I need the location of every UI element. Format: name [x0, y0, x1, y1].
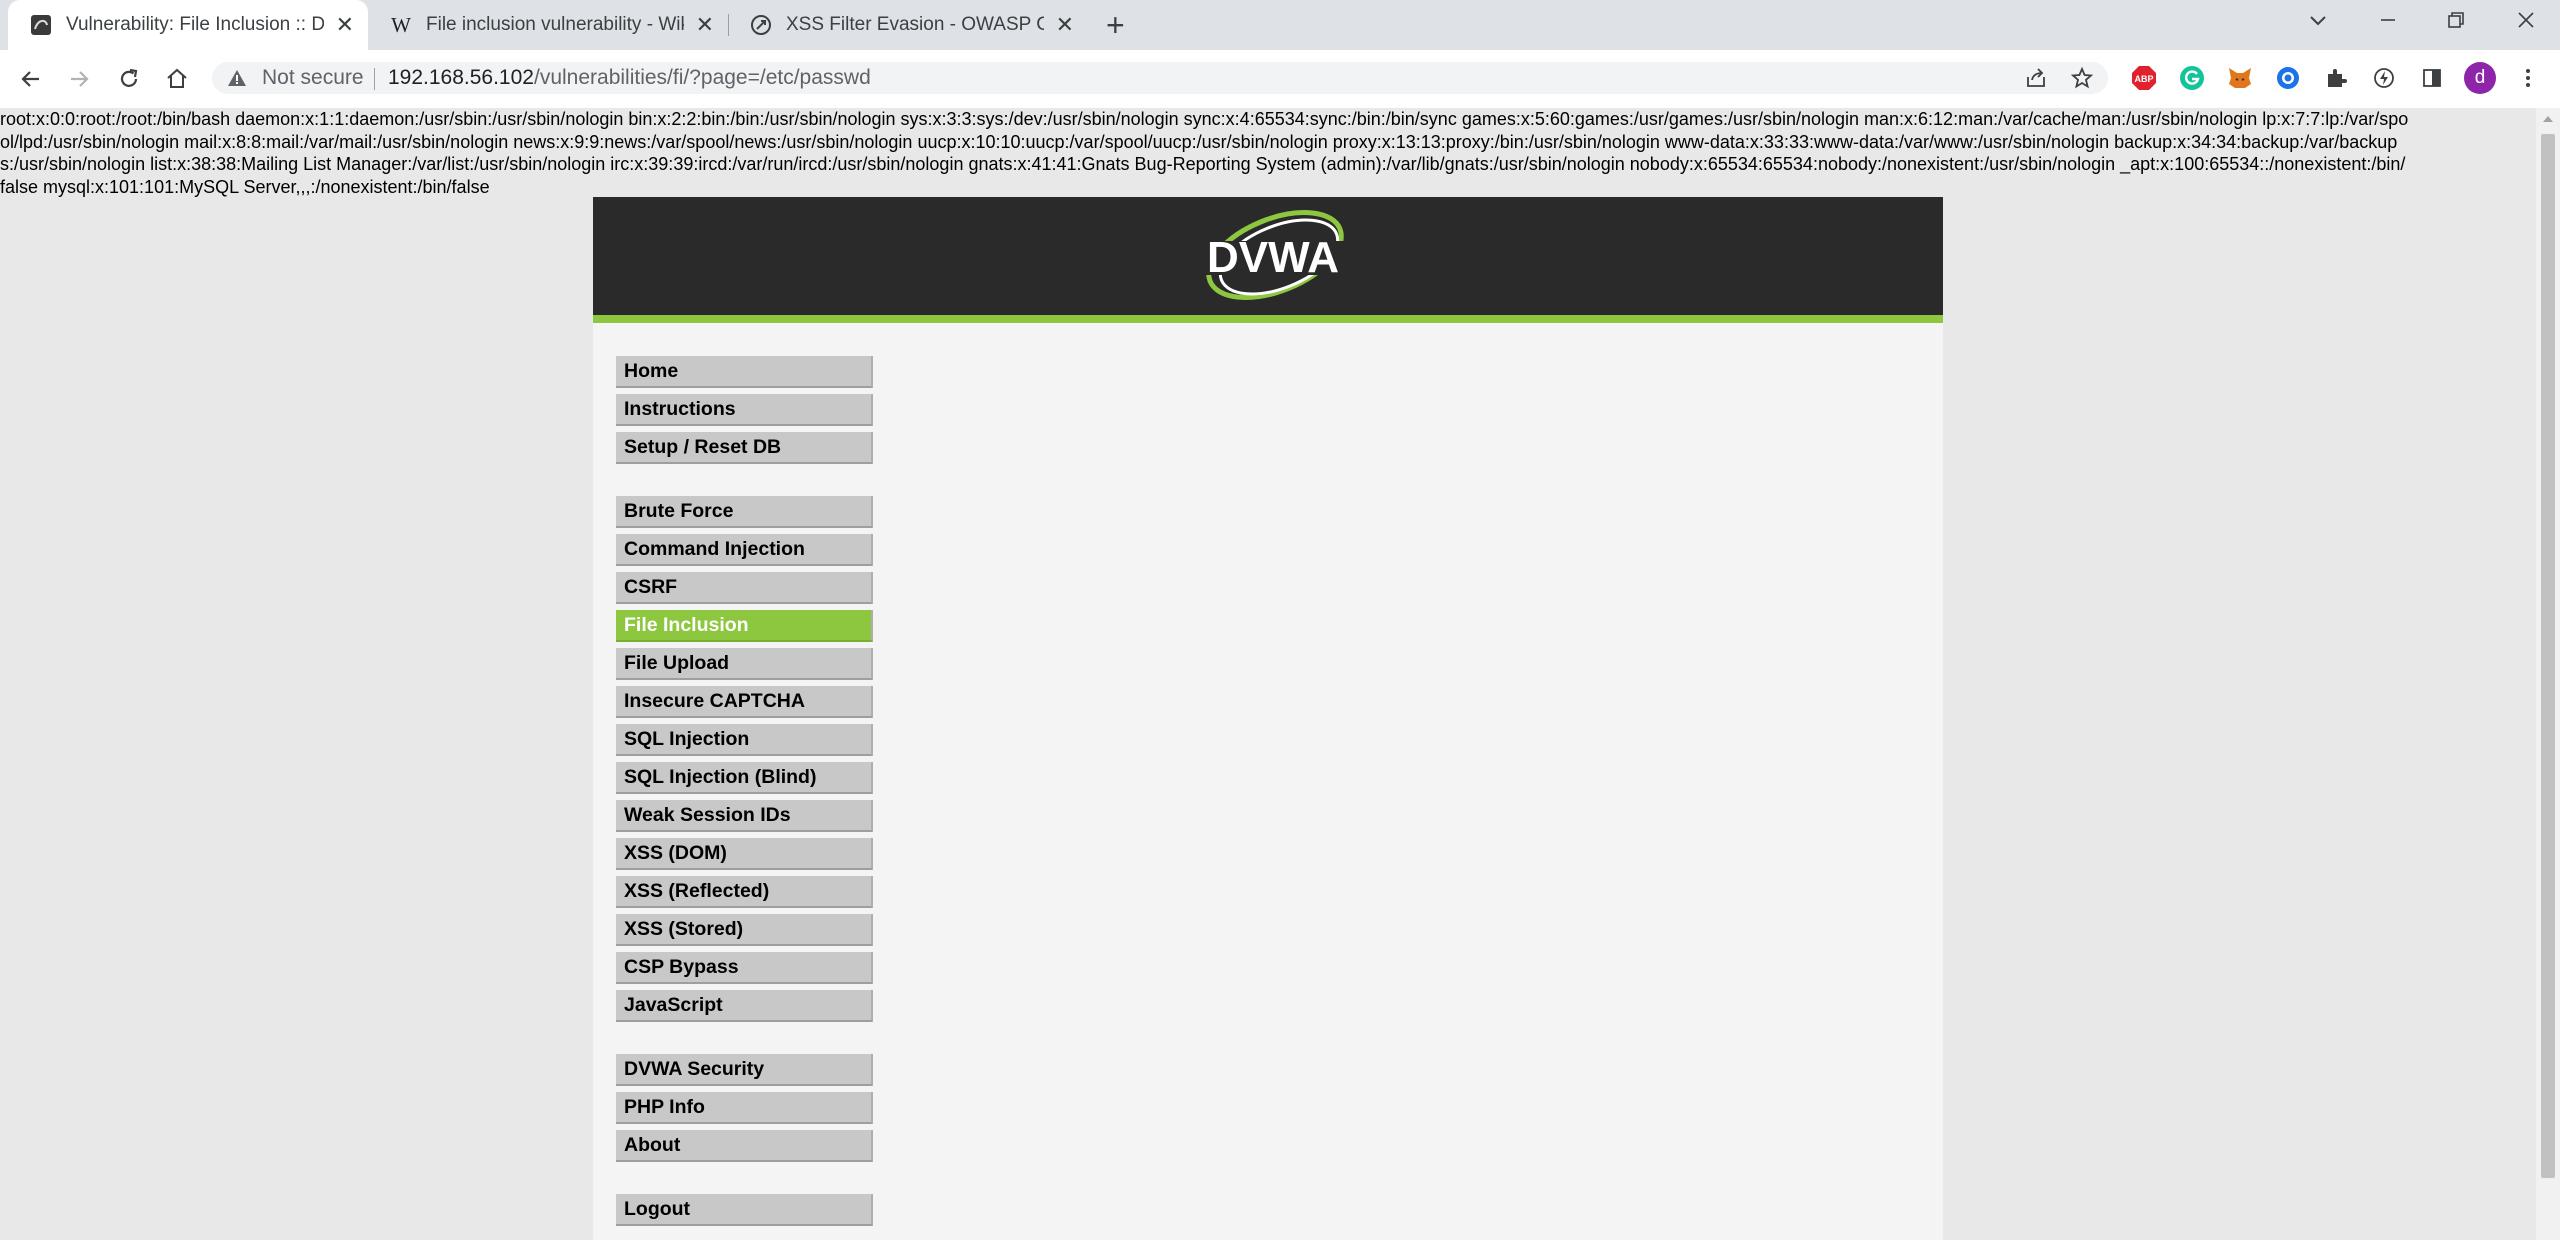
performance-icon[interactable] [2370, 64, 2398, 92]
menu-item-file-inclusion[interactable]: File Inclusion [616, 610, 873, 642]
profile-initial: d [2474, 67, 2486, 88]
dvwa-logo: DVWA [1183, 207, 1363, 312]
menu-spacer [616, 1028, 873, 1054]
minimize-icon[interactable] [2376, 8, 2400, 39]
menu-item-about[interactable]: About [616, 1130, 873, 1162]
page-viewport: root:x:0:0:root:/root:/bin/bash daemon:x… [0, 108, 2536, 1240]
menu-item-brute-force[interactable]: Brute Force [616, 496, 873, 528]
home-icon[interactable] [160, 62, 194, 96]
restore-icon[interactable] [2444, 8, 2468, 39]
new-tab-button[interactable]: + [1106, 8, 1125, 42]
grammarly-icon[interactable] [2178, 64, 2206, 92]
tab-strip: Vulnerability: File Inclusion :: Damn Vu… [0, 0, 2560, 50]
tab-title: XSS Filter Evasion - OWASP Cheat Sheet S… [786, 14, 1044, 35]
tab-search-icon[interactable] [2306, 8, 2330, 39]
menu-item-weak-session-ids[interactable]: Weak Session IDs [616, 800, 873, 832]
menu-item-sql-injection[interactable]: SQL Injection [616, 724, 873, 756]
close-tab-icon[interactable]: ✕ [336, 13, 354, 37]
menu-spacer [616, 1168, 873, 1194]
forward-icon[interactable] [62, 62, 96, 96]
svg-text:ABP: ABP [2134, 74, 2153, 84]
owasp-icon [750, 14, 772, 36]
menu-item-instructions[interactable]: Instructions [616, 394, 873, 426]
dvwa-header: DVWA [593, 197, 1943, 323]
menu-item-insecure-captcha[interactable]: Insecure CAPTCHA [616, 686, 873, 718]
menu-item-xss-reflected[interactable]: XSS (Reflected) [616, 876, 873, 908]
menu-spacer [616, 470, 873, 496]
dvwa-favicon [30, 14, 52, 36]
dvwa-container: DVWA Home Instructions Setup / Reset DB Bru… [593, 197, 1943, 1240]
menu-item-csp-bypass[interactable]: CSP Bypass [616, 952, 873, 984]
share-icon[interactable] [2022, 64, 2050, 92]
tab-title: File inclusion vulnerability - Wikipedia [426, 14, 684, 35]
menu-item-xss-stored[interactable]: XSS (Stored) [616, 914, 873, 946]
metamask-icon[interactable] [2226, 64, 2254, 92]
menu-item-sql-injection-blind[interactable]: SQL Injection (Blind) [616, 762, 873, 794]
menu-item-setup-reset-db[interactable]: Setup / Reset DB [616, 432, 873, 464]
chrome-menu-icon[interactable] [2514, 64, 2542, 92]
url-path: /vulnerabilities/fi/?page=/etc/passwd [533, 66, 871, 89]
menu-item-logout[interactable]: Logout [616, 1194, 873, 1226]
tab-owasp[interactable]: XSS Filter Evasion - OWASP Cheat Sheet S… [728, 0, 1088, 50]
close-tab-icon[interactable]: ✕ [1056, 13, 1074, 37]
adblock-plus-icon[interactable]: ABP [2130, 64, 2158, 92]
circle-extension-icon[interactable] [2274, 64, 2302, 92]
wikipedia-icon: W [391, 12, 411, 37]
puzzle-extensions-icon[interactable] [2322, 64, 2350, 92]
warning-icon[interactable] [226, 67, 248, 94]
menu-item-file-upload[interactable]: File Upload [616, 648, 873, 680]
tab-title: Vulnerability: File Inclusion :: Damn Vu… [66, 14, 324, 35]
menu-item-php-info[interactable]: PHP Info [616, 1092, 873, 1124]
side-panel-icon[interactable] [2418, 64, 2446, 92]
tab-wikipedia[interactable]: W File inclusion vulnerability - Wikiped… [368, 0, 728, 50]
tab-dvwa[interactable]: Vulnerability: File Inclusion :: Damn Vu… [8, 0, 368, 50]
back-icon[interactable] [14, 62, 48, 96]
security-label[interactable]: Not secure [262, 66, 364, 90]
logo-text: DVWA [1207, 233, 1339, 282]
menu-item-home[interactable]: Home [616, 356, 873, 388]
scroll-up-arrow[interactable] [2543, 116, 2553, 122]
close-window-icon[interactable] [2514, 8, 2538, 39]
menu-item-javascript[interactable]: JavaScript [616, 990, 873, 1022]
menu-item-csrf[interactable]: CSRF [616, 572, 873, 604]
close-tab-icon[interactable]: ✕ [696, 13, 714, 37]
menu-item-dvwa-security[interactable]: DVWA Security [616, 1054, 873, 1086]
bookmark-star-icon[interactable] [2068, 64, 2096, 92]
menu-item-command-injection[interactable]: Command Injection [616, 534, 873, 566]
profile-avatar[interactable]: d [2464, 62, 2496, 94]
reload-icon[interactable] [112, 62, 146, 96]
url-text[interactable]: 192.168.56.102/vulnerabilities/fi/?page=… [388, 66, 871, 90]
url-divider [374, 68, 375, 90]
url-host: 192.168.56.102 [388, 66, 534, 89]
main-menu: Home Instructions Setup / Reset DB Brute Fo… [616, 356, 873, 1232]
included-file-output: root:x:0:0:root:/root:/bin/bash daemon:x… [0, 109, 2409, 197]
menu-item-xss-dom[interactable]: XSS (DOM) [616, 838, 873, 870]
scrollbar-thumb[interactable] [2541, 134, 2555, 1178]
